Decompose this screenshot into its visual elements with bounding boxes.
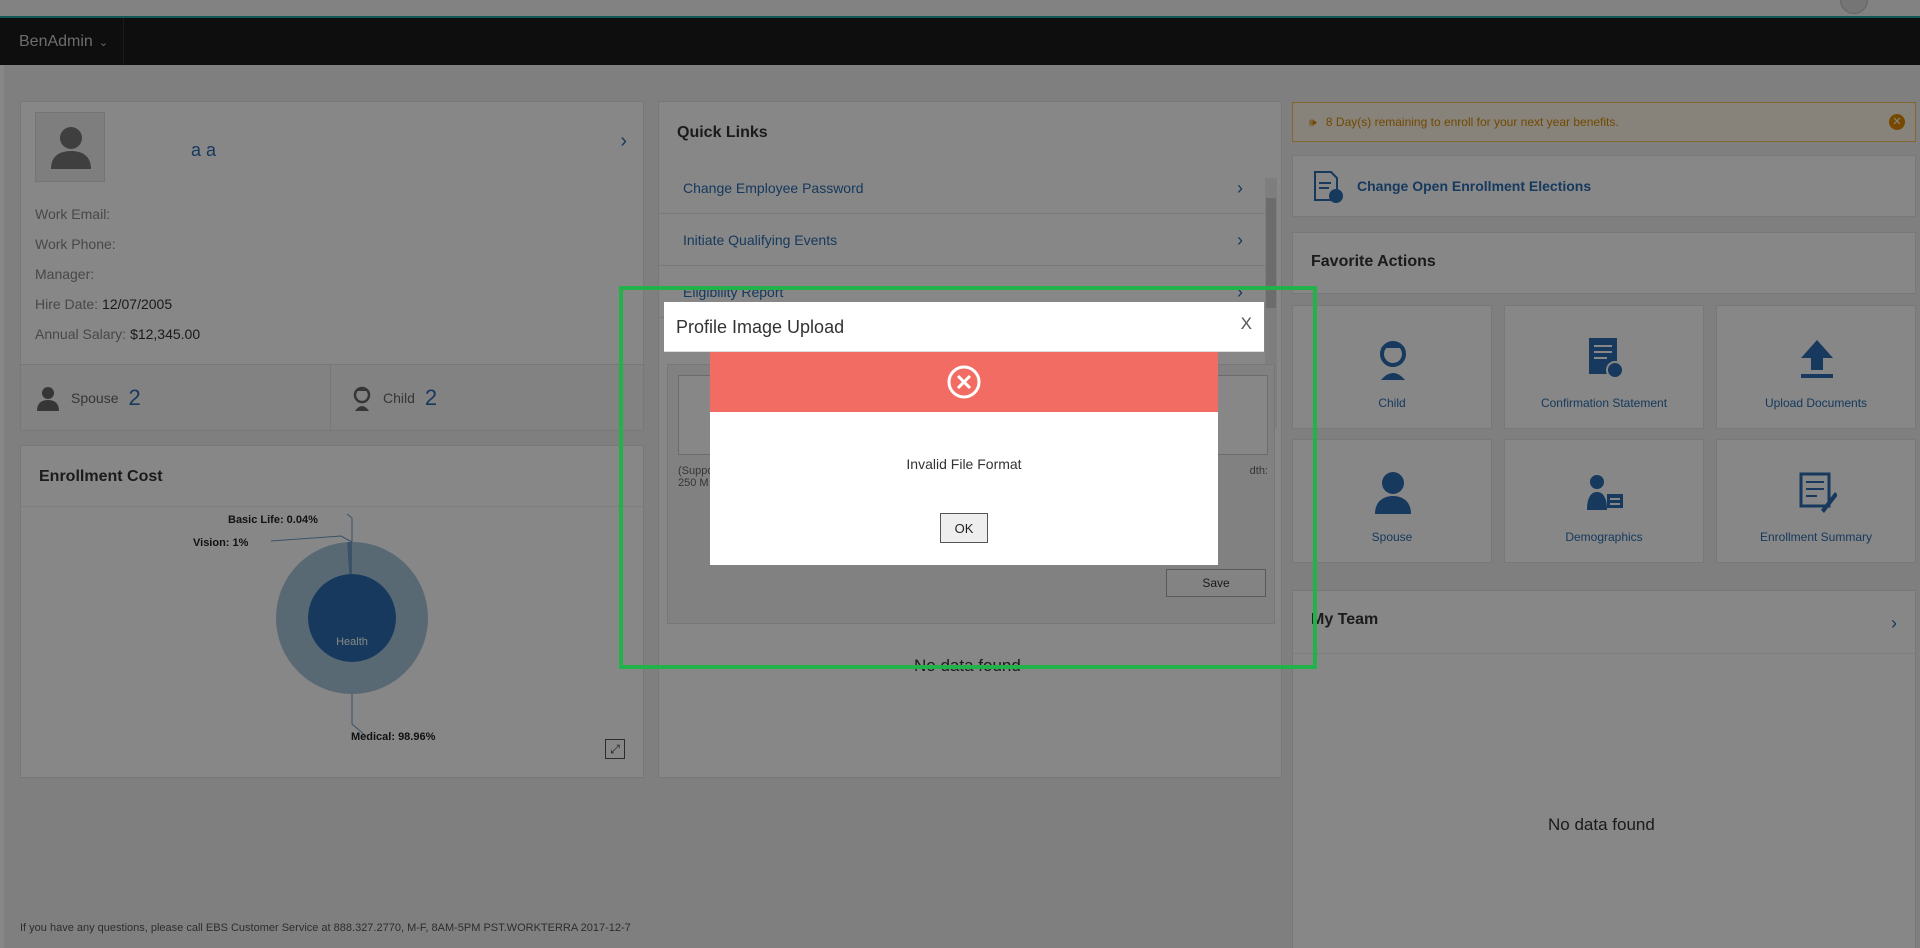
error-message: Invalid File Format: [906, 456, 1022, 472]
profile-image-upload-dialog: Profile Image Upload X: [664, 302, 1264, 352]
dialog-title: Profile Image Upload: [676, 317, 845, 337]
error-circle-x-icon: [947, 365, 981, 399]
error-alert-dialog: Invalid File Format OK: [710, 352, 1218, 565]
ok-button[interactable]: OK: [940, 513, 988, 543]
close-icon[interactable]: X: [1241, 314, 1252, 334]
